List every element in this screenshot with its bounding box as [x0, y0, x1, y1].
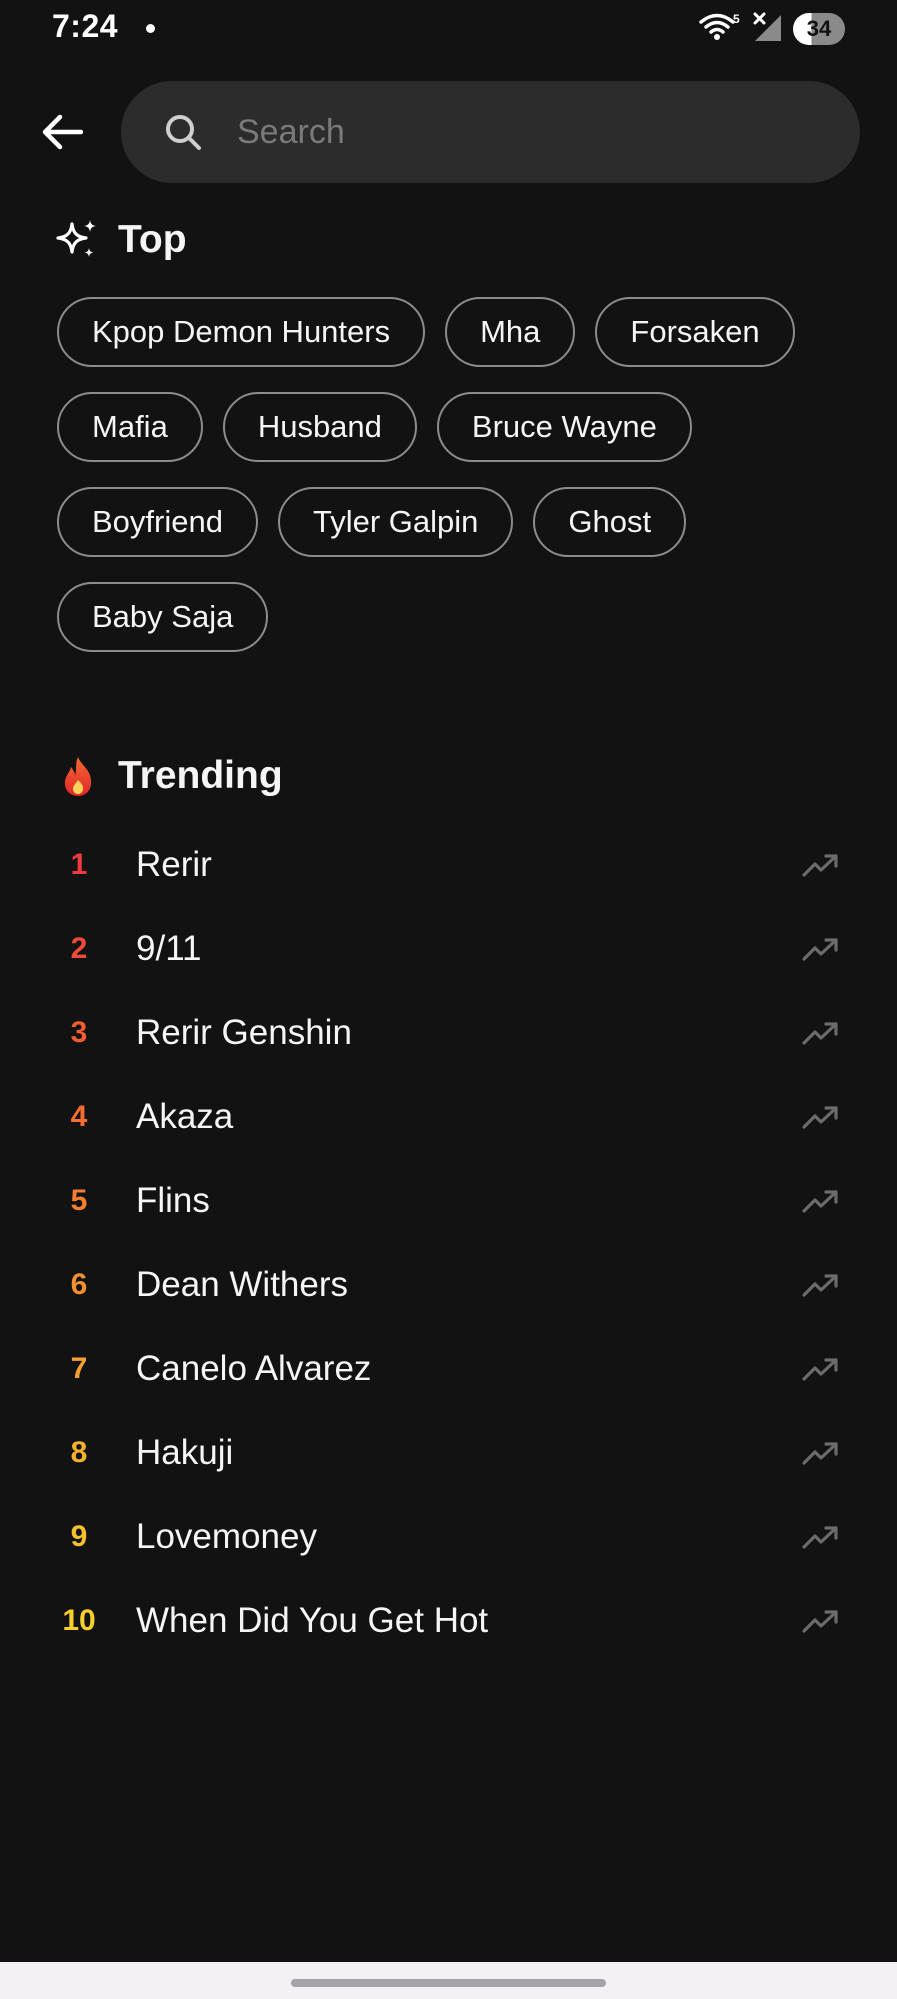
trending-label: Canelo Alvarez — [136, 1349, 372, 1388]
trending-up-icon — [801, 845, 841, 885]
trending-up-icon — [801, 1097, 841, 1137]
trending-row[interactable]: 3 Rerir Genshin — [0, 991, 897, 1075]
signal-icon — [751, 11, 783, 48]
status-bar: 7:24 5 34 — [0, 0, 897, 60]
back-button[interactable] — [36, 106, 88, 158]
back-arrow-icon — [42, 114, 83, 150]
search-input[interactable] — [235, 111, 799, 153]
gesture-handle[interactable] — [291, 1979, 606, 1987]
trending-rank: 8 — [70, 1436, 88, 1469]
trending-section-header: Trending — [56, 754, 283, 798]
trending-rank: 3 — [70, 1016, 88, 1049]
chip-forsaken[interactable]: Forsaken — [595, 297, 795, 367]
trending-label: Flins — [136, 1181, 210, 1220]
wifi-icon: 5 — [699, 11, 741, 48]
chip-bruce-wayne[interactable]: Bruce Wayne — [436, 392, 692, 462]
trending-up-icon — [801, 929, 841, 969]
trending-row[interactable]: 5 Flins — [0, 1159, 897, 1243]
trending-rank: 7 — [70, 1352, 88, 1385]
trending-row[interactable]: 4 Akaza — [0, 1075, 897, 1159]
trending-label: Rerir — [136, 845, 212, 884]
trending-up-icon — [801, 1013, 841, 1053]
trending-rank: 4 — [70, 1100, 88, 1133]
top-section-title: Top — [118, 218, 187, 261]
trending-row[interactable]: 6 Dean Withers — [0, 1243, 897, 1327]
top-chips: Kpop Demon Hunters Mha Forsaken Mafia Hu… — [57, 297, 857, 652]
trending-label: 9/11 — [136, 929, 202, 968]
status-icons: 5 34 — [699, 10, 845, 48]
top-section-header: Top — [56, 218, 187, 262]
status-time: 7:24 — [52, 8, 119, 44]
trending-up-icon — [801, 1601, 841, 1641]
search-bar[interactable] — [121, 81, 860, 183]
trending-up-icon — [801, 1517, 841, 1557]
trending-row[interactable]: 8 Hakuji — [0, 1411, 897, 1495]
chip-husband[interactable]: Husband — [222, 392, 417, 462]
trending-label: Hakuji — [136, 1433, 234, 1472]
trending-row[interactable]: 9 Lovemoney — [0, 1495, 897, 1579]
system-nav-bar — [0, 1962, 897, 1999]
trending-row[interactable]: 10 When Did You Get Hot — [0, 1579, 897, 1663]
trending-list: 1 Rerir 2 9/11 3 Rerir Genshin 4 Akaza 5… — [0, 823, 897, 1663]
sparkle-icon — [56, 218, 100, 262]
wifi-band-label: 5 — [733, 12, 740, 26]
fire-icon — [56, 754, 100, 798]
trending-rank: 1 — [70, 848, 88, 881]
trending-label: Akaza — [136, 1097, 234, 1136]
trending-rank: 9 — [70, 1520, 88, 1553]
battery-icon: 34 — [793, 13, 845, 45]
trending-up-icon — [801, 1265, 841, 1305]
trending-up-icon — [801, 1349, 841, 1389]
notification-dot-icon — [146, 24, 155, 33]
trending-section-title: Trending — [118, 754, 283, 797]
chip-mafia[interactable]: Mafia — [57, 392, 203, 462]
trending-label: When Did You Get Hot — [136, 1601, 489, 1640]
chip-boyfriend[interactable]: Boyfriend — [57, 487, 258, 557]
chip-tyler-galpin[interactable]: Tyler Galpin — [277, 487, 514, 557]
trending-row[interactable]: 1 Rerir — [0, 823, 897, 907]
trending-rank: 5 — [70, 1184, 88, 1217]
trending-row[interactable]: 2 9/11 — [0, 907, 897, 991]
trending-rank: 6 — [70, 1268, 88, 1301]
trending-up-icon — [801, 1433, 841, 1473]
trending-rank: 10 — [62, 1604, 96, 1637]
trending-rank: 2 — [70, 932, 88, 965]
chip-baby-saja[interactable]: Baby Saja — [57, 582, 269, 652]
chip-mha[interactable]: Mha — [445, 297, 576, 367]
chip-kpop-demon-hunters[interactable]: Kpop Demon Hunters — [57, 297, 426, 367]
trending-up-icon — [801, 1181, 841, 1221]
chip-ghost[interactable]: Ghost — [533, 487, 687, 557]
search-icon — [161, 110, 205, 154]
trending-label: Rerir Genshin — [136, 1013, 352, 1052]
trending-row[interactable]: 7 Canelo Alvarez — [0, 1327, 897, 1411]
trending-label: Lovemoney — [136, 1517, 317, 1556]
trending-label: Dean Withers — [136, 1265, 349, 1304]
